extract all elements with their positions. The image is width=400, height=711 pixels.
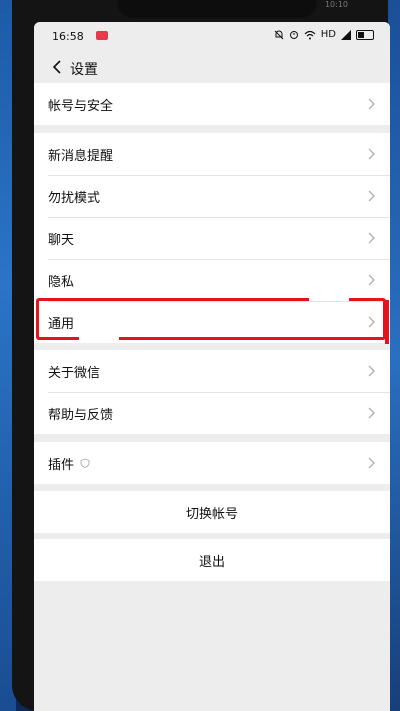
- chevron-right-icon: [368, 190, 375, 202]
- settings-item-label: 帮助与反馈: [48, 407, 114, 423]
- phone-screen: 16:58 HD 设置 帐号与安全 新消息提醒 勿扰模式 聊天 隐私 通用 关于…: [34, 22, 390, 711]
- settings-item-label: 通用: [48, 316, 75, 332]
- back-arrow-icon: [52, 60, 61, 74]
- network-type-text: HD: [320, 29, 336, 40]
- wifi-icon: [304, 30, 316, 39]
- settings-item-plugins[interactable]: 插件: [34, 442, 390, 484]
- settings-item-label: 插件: [48, 457, 75, 473]
- phone-notch: [117, 0, 317, 18]
- back-button[interactable]: [46, 56, 68, 78]
- chevron-right-icon: [368, 98, 375, 110]
- switch-account-label: 切换帐号: [185, 506, 238, 522]
- settings-item-do-not-disturb[interactable]: 勿扰模式: [34, 175, 390, 217]
- settings-item-about-wechat[interactable]: 关于微信: [34, 350, 390, 392]
- settings-item-privacy[interactable]: 隐私: [34, 259, 390, 301]
- shield-icon: [80, 458, 90, 468]
- switch-account-button[interactable]: 切换帐号: [34, 491, 390, 533]
- chevron-right-icon: [368, 232, 375, 244]
- chevron-right-icon: [368, 407, 375, 419]
- settings-item-help-feedback[interactable]: 帮助与反馈: [34, 392, 390, 434]
- mute-bell-icon: [274, 30, 284, 39]
- settings-group-account: 帐号与安全: [34, 83, 390, 125]
- logout-label: 退出: [198, 554, 225, 570]
- status-top-right-time: 10:10: [324, 0, 348, 9]
- chevron-right-icon: [368, 148, 375, 160]
- settings-item-account-security[interactable]: 帐号与安全: [34, 83, 390, 125]
- status-icons: HD: [274, 29, 374, 40]
- settings-group-main: 新消息提醒 勿扰模式 聊天 隐私 通用: [34, 133, 390, 343]
- chevron-right-icon: [368, 316, 375, 328]
- status-bar: 16:58 HD: [34, 22, 390, 50]
- chevron-right-icon: [368, 365, 375, 377]
- settings-item-new-message-alert[interactable]: 新消息提醒: [34, 133, 390, 175]
- settings-group-plugins: 插件: [34, 442, 390, 484]
- status-time: 16:58: [52, 30, 84, 43]
- logout-group: 退出: [34, 539, 390, 581]
- settings-item-label: 关于微信: [48, 365, 101, 381]
- chevron-right-icon: [368, 457, 375, 469]
- phone-frame: 10:10 16:58 HD 设置 帐号与安全 新消息提醒 勿扰模式 聊天 隐私…: [12, 0, 390, 711]
- settings-group-about: 关于微信 帮助与反馈: [34, 350, 390, 434]
- battery-icon: [356, 29, 374, 40]
- settings-item-label: 聊天: [48, 232, 75, 248]
- settings-item-general[interactable]: 通用: [34, 301, 390, 343]
- settings-item-label: 帐号与安全: [48, 98, 114, 114]
- signal-icon: [341, 29, 351, 40]
- chevron-right-icon: [368, 274, 375, 286]
- settings-item-label: 隐私: [48, 274, 75, 290]
- page-title: 设置: [70, 62, 98, 78]
- notification-badge-icon: [96, 31, 108, 40]
- settings-item-label: 勿扰模式: [48, 190, 101, 206]
- alarm-icon: [289, 30, 298, 39]
- settings-item-chat[interactable]: 聊天: [34, 217, 390, 259]
- switch-account-group: 切换帐号: [34, 491, 390, 533]
- nav-bar: 设置: [34, 50, 390, 84]
- logout-button[interactable]: 退出: [34, 539, 390, 581]
- settings-item-label: 新消息提醒: [48, 148, 114, 164]
